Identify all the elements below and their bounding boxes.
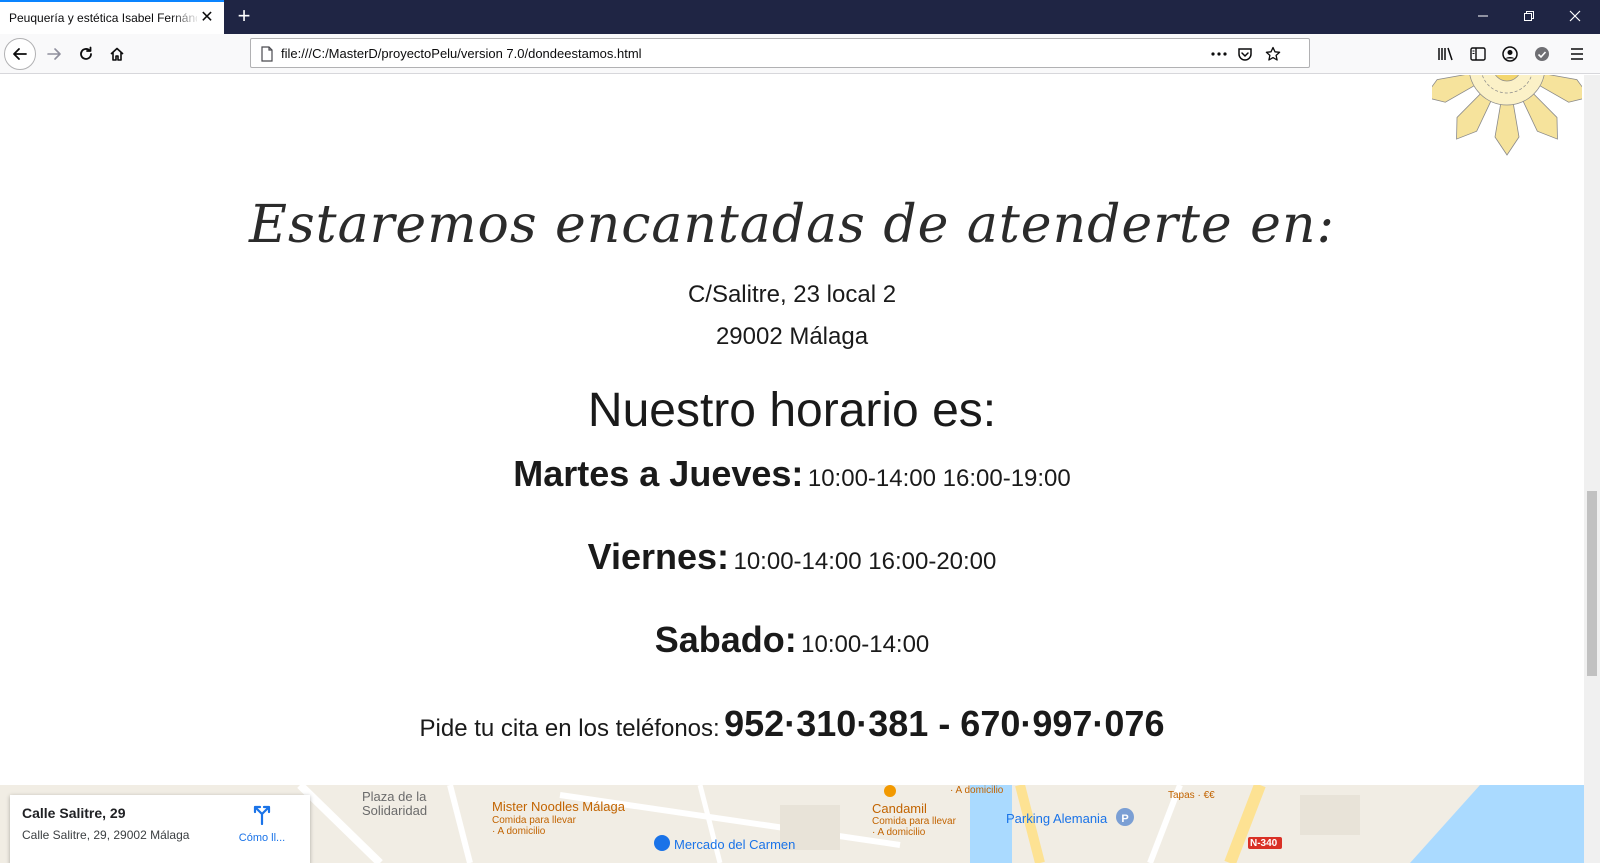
- tab-close-icon[interactable]: ✕: [198, 8, 216, 28]
- directions-button[interactable]: Cómo ll...: [232, 805, 292, 844]
- road-badge: N-340: [1250, 838, 1278, 849]
- map-place-label: Candamil: [872, 801, 927, 816]
- schedule-hours: 10:00-14:00 16:00-20:00: [733, 548, 997, 575]
- map-place-card[interactable]: Calle Salitre, 29 Calle Salitre, 29, 290…: [10, 795, 310, 863]
- schedule-heading: Nuestro horario es:: [587, 384, 997, 437]
- menu-hamburger-icon[interactable]: [1565, 42, 1589, 66]
- map-place-label: Tapas · €€: [1168, 790, 1215, 801]
- scrollbar-thumb[interactable]: [1587, 491, 1597, 676]
- new-tab-button[interactable]: +: [231, 3, 257, 29]
- back-button[interactable]: [4, 38, 36, 70]
- page-actions-icon[interactable]: [1209, 44, 1229, 64]
- svg-text:P: P: [1121, 813, 1128, 825]
- schedule-day: Sabado:: [654, 619, 797, 660]
- map-place-label: Comida para llevar: [872, 816, 956, 827]
- address-line-1: C/Salitre, 23 local 2: [687, 281, 897, 308]
- map-place-label: Mercado del Carmen: [674, 837, 796, 852]
- phone-label: Pide tu cita en los teléfonos:: [419, 715, 720, 742]
- library-icon[interactable]: [1434, 42, 1458, 66]
- map-place-label: · A domicilio: [950, 785, 1004, 796]
- page-viewport: Estaremos encantadas de atenderte en: C/…: [0, 75, 1584, 863]
- schedule-row: Sabado: 10:00-14:00: [0, 619, 1584, 661]
- url-text[interactable]: file:///C:/MasterD/proyectoPelu/version …: [281, 46, 642, 61]
- page-scrollbar[interactable]: [1584, 75, 1600, 863]
- map-place-label: Plaza de la: [362, 789, 427, 804]
- map-place-label: · A domicilio: [492, 826, 546, 837]
- account-icon[interactable]: [1498, 42, 1522, 66]
- map-place-label: · A domicilio: [872, 827, 926, 838]
- welcome-heading: Estaremos encantadas de atenderte en:: [249, 195, 1335, 255]
- map-card-address: Calle Salitre, 29, 29002 Málaga: [22, 828, 190, 842]
- home-icon: [110, 47, 124, 61]
- browser-title-bar: Peuquería y estética Isabel Fernández ✕ …: [0, 0, 1600, 34]
- map-place-label: Solidaridad: [362, 803, 428, 818]
- browser-tab-active[interactable]: Peuquería y estética Isabel Fernández ✕: [0, 0, 224, 34]
- reload-icon: [80, 46, 92, 60]
- close-window-icon[interactable]: [1552, 0, 1598, 34]
- url-bar[interactable]: file:///C:/MasterD/proyectoPelu/version …: [250, 38, 1310, 68]
- schedule-day: Viernes:: [587, 536, 730, 577]
- back-arrow-icon: [13, 48, 27, 60]
- schedule-hours: 10:00-14:00 16:00-19:00: [807, 465, 1071, 492]
- phone-numbers: 952·310·381 - 670·997·076: [724, 703, 1165, 744]
- schedule-row: Viernes: 10:00-14:00 16:00-20:00: [0, 536, 1584, 578]
- schedule-row: Martes a Jueves: 10:00-14:00 16:00-19:00: [0, 453, 1584, 495]
- reload-button[interactable]: [70, 38, 102, 70]
- forward-arrow-icon: [47, 48, 61, 60]
- restore-icon[interactable]: [1506, 0, 1552, 34]
- directions-icon: [253, 805, 271, 826]
- map-place-label: Mister Noodles Málaga: [492, 799, 625, 814]
- tab-title: Peuquería y estética Isabel Fernández: [9, 11, 197, 25]
- map-place-label: Parking Alemania: [1006, 811, 1108, 826]
- forward-button[interactable]: [38, 38, 70, 70]
- sidebar-icon[interactable]: [1466, 42, 1490, 66]
- mandala-decoration-icon: [1432, 75, 1582, 156]
- directions-label: Cómo ll...: [238, 832, 286, 844]
- map-card-title: Calle Salitre, 29: [22, 805, 126, 821]
- page-info-icon[interactable]: [257, 44, 277, 64]
- phone-line: Pide tu cita en los teléfonos: 952·310·3…: [0, 703, 1584, 745]
- extension-check-icon[interactable]: [1530, 42, 1554, 66]
- navigation-toolbar: file:///C:/MasterD/proyectoPelu/version …: [0, 34, 1600, 74]
- bookmark-star-icon[interactable]: [1263, 44, 1283, 64]
- address-line-2: 29002 Málaga: [715, 323, 869, 350]
- map-place-label: Comida para llevar: [492, 815, 576, 826]
- schedule-day: Martes a Jueves:: [513, 453, 804, 494]
- tab-title-fade: [170, 4, 200, 32]
- pocket-icon[interactable]: [1235, 44, 1255, 64]
- embedded-map[interactable]: P Plaza de la Solidaridad Mister Noodles…: [0, 785, 1584, 863]
- minimize-icon[interactable]: [1460, 0, 1506, 34]
- home-button[interactable]: [101, 38, 133, 70]
- schedule-hours: 10:00-14:00: [801, 631, 930, 658]
